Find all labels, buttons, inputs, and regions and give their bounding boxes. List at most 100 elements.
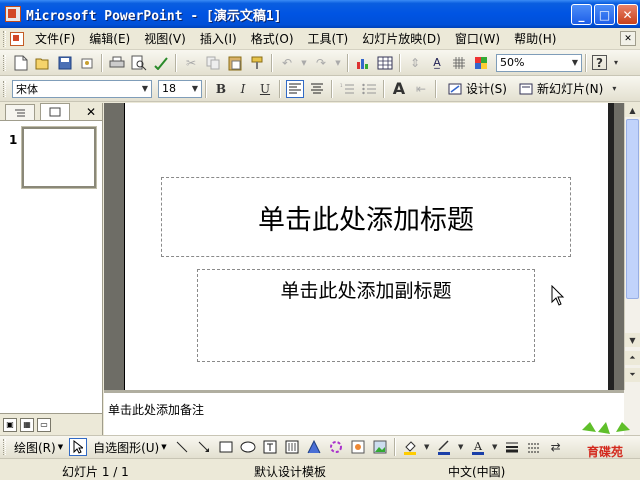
- notes-placeholder[interactable]: 单击此处添加备注: [108, 403, 204, 417]
- design-button[interactable]: 设计(S): [440, 80, 511, 98]
- increase-font-size-button[interactable]: A: [390, 79, 408, 98]
- expand-all-icon[interactable]: ⇕: [406, 54, 424, 72]
- vertical-scrollbar[interactable]: ▲ ▼ ⏶ ⏷: [624, 103, 640, 390]
- notes-pane[interactable]: 单击此处添加备注: [104, 390, 624, 435]
- decrease-indent-icon[interactable]: ⇤: [412, 80, 430, 98]
- font-select[interactable]: 宋体 ▼: [12, 79, 152, 98]
- print-icon[interactable]: [108, 54, 126, 72]
- undo-icon[interactable]: ↶: [278, 54, 296, 72]
- chevron-down-icon[interactable]: ▼: [189, 81, 201, 97]
- show-formatting-icon[interactable]: A̲: [428, 54, 446, 72]
- save-icon[interactable]: [56, 54, 74, 72]
- vertical-text-box-icon[interactable]: [283, 438, 301, 456]
- permission-icon[interactable]: [78, 54, 96, 72]
- menu-window[interactable]: 窗口(W): [448, 30, 507, 47]
- redo-icon[interactable]: ↷: [312, 54, 330, 72]
- paste-icon[interactable]: [226, 54, 244, 72]
- arrow-style-icon[interactable]: ⇄: [547, 438, 565, 456]
- slide-thumbnail[interactable]: [21, 126, 97, 189]
- subtitle-placeholder[interactable]: 单击此处添加副标题: [197, 269, 535, 362]
- menu-insert[interactable]: 插入(I): [193, 30, 244, 47]
- undo-dropdown-icon[interactable]: ▼: [300, 54, 308, 72]
- scroll-up-icon[interactable]: ▲: [625, 103, 640, 117]
- toolbar-grip[interactable]: [3, 80, 6, 97]
- insert-table-icon[interactable]: [376, 54, 394, 72]
- toolbar-grip[interactable]: [3, 54, 6, 71]
- help-icon[interactable]: ?: [592, 55, 607, 70]
- tab-slides[interactable]: [40, 103, 70, 120]
- numbering-icon[interactable]: 1: [338, 80, 356, 98]
- close-icon[interactable]: ✕: [86, 105, 96, 119]
- slide-sorter-view-icon[interactable]: ▦: [20, 417, 34, 432]
- menu-file[interactable]: 文件(F): [28, 30, 82, 47]
- font-size-select[interactable]: 18 ▼: [158, 79, 202, 98]
- menu-help[interactable]: 帮助(H): [507, 30, 563, 47]
- fill-color-icon[interactable]: [401, 438, 419, 456]
- line-style-icon[interactable]: [503, 438, 521, 456]
- arrow-icon[interactable]: [195, 438, 213, 456]
- font-color-icon[interactable]: A: [469, 438, 487, 456]
- insert-picture-icon[interactable]: [371, 438, 389, 456]
- dash-style-icon[interactable]: [525, 438, 543, 456]
- toolbar-grip[interactable]: [3, 439, 6, 455]
- diagram-icon[interactable]: [327, 438, 345, 456]
- title-placeholder[interactable]: 单击此处添加标题: [161, 177, 571, 257]
- slide-canvas[interactable]: 单击此处添加标题 单击此处添加副标题: [124, 103, 608, 390]
- line-color-icon[interactable]: [435, 438, 453, 456]
- zoom-select[interactable]: 50% ▼: [496, 53, 582, 72]
- select-objects-icon[interactable]: [69, 438, 88, 456]
- open-icon[interactable]: [34, 54, 52, 72]
- underline-button[interactable]: U: [256, 80, 274, 98]
- spelling-icon[interactable]: [152, 54, 170, 72]
- copy-icon[interactable]: [204, 54, 222, 72]
- toolbar-options-icon[interactable]: ▾: [611, 54, 621, 72]
- next-slide-icon[interactable]: ⏷: [625, 368, 640, 382]
- scroll-thumb[interactable]: [626, 119, 639, 299]
- italic-button[interactable]: I: [234, 80, 252, 98]
- menu-tools[interactable]: 工具(T): [301, 30, 356, 47]
- slide-show-view-icon[interactable]: ▭: [37, 417, 51, 432]
- bullets-icon[interactable]: [360, 80, 378, 98]
- wordart-icon[interactable]: [305, 438, 323, 456]
- previous-slide-icon[interactable]: ⏶: [625, 351, 640, 365]
- menu-view[interactable]: 视图(V): [137, 30, 193, 47]
- text-box-icon[interactable]: [261, 438, 279, 456]
- align-left-icon[interactable]: [286, 79, 304, 98]
- print-preview-icon[interactable]: [130, 54, 148, 72]
- new-slide-button[interactable]: 新幻灯片(N): [511, 80, 607, 98]
- insert-chart-icon[interactable]: [354, 54, 372, 72]
- menu-edit[interactable]: 编辑(E): [82, 30, 137, 47]
- chevron-down-icon[interactable]: ▼: [423, 438, 431, 456]
- oval-icon[interactable]: [239, 438, 257, 456]
- clip-art-icon[interactable]: [349, 438, 367, 456]
- menu-format[interactable]: 格式(O): [244, 30, 301, 47]
- powerpoint-app-icon[interactable]: [5, 6, 21, 22]
- menu-grip[interactable]: [3, 30, 6, 47]
- new-icon[interactable]: [12, 54, 30, 72]
- tab-outline[interactable]: [5, 104, 35, 120]
- scroll-down-icon[interactable]: ▼: [625, 333, 640, 347]
- chevron-down-icon[interactable]: ▼: [139, 81, 151, 97]
- toolbar-options-icon[interactable]: ▾: [609, 80, 619, 98]
- maximize-button[interactable]: □: [594, 4, 615, 25]
- normal-view-icon[interactable]: ▣: [3, 417, 17, 432]
- draw-menu-button[interactable]: 绘图(R) ▼: [10, 439, 67, 456]
- autoshapes-menu-button[interactable]: 自选图形(U) ▼: [89, 439, 171, 456]
- close-button[interactable]: ✕: [617, 4, 638, 25]
- redo-dropdown-icon[interactable]: ▼: [334, 54, 342, 72]
- menu-slideshow[interactable]: 幻灯片放映(D): [355, 30, 448, 47]
- chevron-down-icon[interactable]: ▼: [491, 438, 499, 456]
- doc-close-icon[interactable]: ✕: [620, 31, 636, 46]
- minimize-button[interactable]: _: [571, 4, 592, 25]
- show-grid-icon[interactable]: [450, 54, 468, 72]
- cut-icon[interactable]: ✂: [182, 54, 200, 72]
- bold-button[interactable]: B: [212, 80, 230, 98]
- line-icon[interactable]: [173, 438, 191, 456]
- format-painter-icon[interactable]: [248, 54, 266, 72]
- document-icon[interactable]: [10, 31, 24, 46]
- align-center-icon[interactable]: [308, 80, 326, 98]
- rectangle-icon[interactable]: [217, 438, 235, 456]
- chevron-down-icon[interactable]: ▼: [457, 438, 465, 456]
- color-grayscale-icon[interactable]: [472, 54, 490, 72]
- chevron-down-icon[interactable]: ▼: [569, 55, 581, 71]
